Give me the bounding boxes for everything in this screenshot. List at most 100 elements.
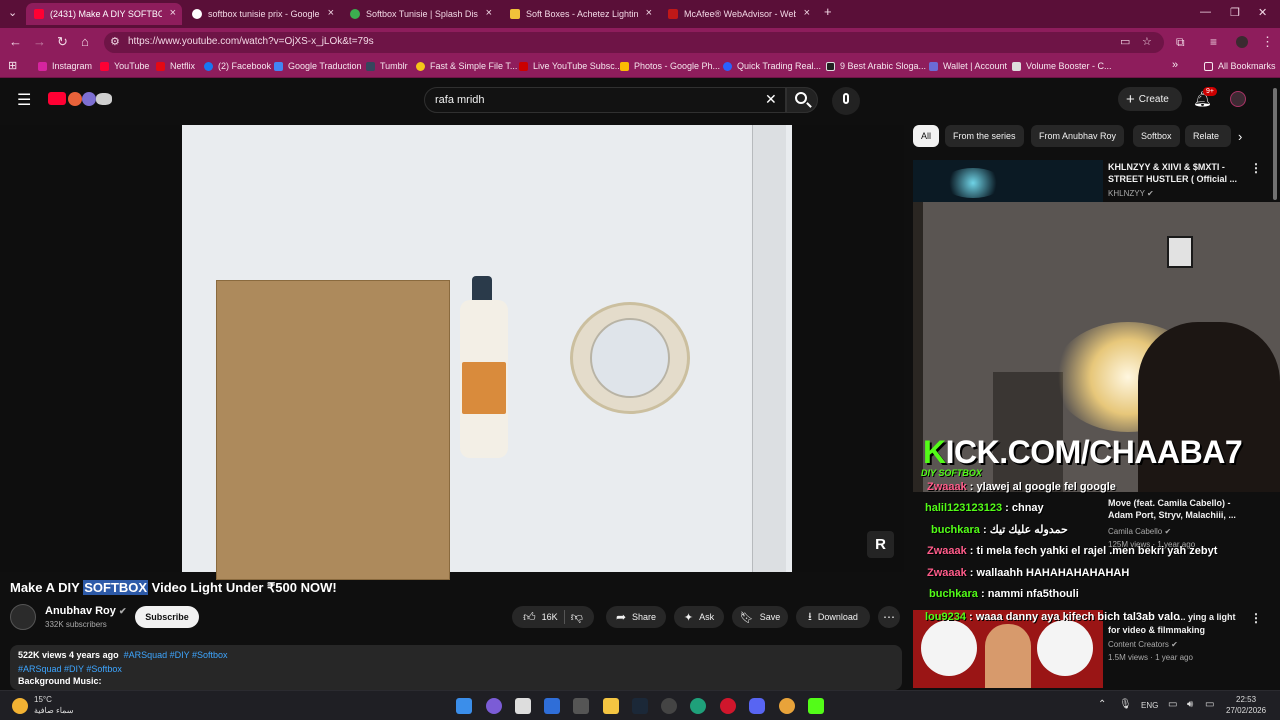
bookmark-tumblr[interactable]: Tumblr: [366, 61, 408, 71]
bookmark-star-icon[interactable]: ☆: [1142, 34, 1152, 50]
description-hashtags[interactable]: #ARSquad #DIY #Softbox: [124, 650, 228, 660]
file-explorer-icon[interactable]: [603, 698, 619, 714]
description-box[interactable]: 522K views 4 years ago #ARSquad #DIY #So…: [10, 645, 902, 690]
kick-app-icon[interactable]: [808, 698, 824, 714]
subscribe-button[interactable]: Subscribe: [135, 606, 199, 628]
bookmark-file-transfer[interactable]: Fast & Simple File T...: [416, 61, 517, 71]
related-menu-icon[interactable]: ⋮: [1250, 611, 1262, 625]
download-button[interactable]: ⭳ Download: [796, 606, 870, 628]
language-indicator[interactable]: ENG: [1141, 701, 1158, 710]
chips-next-chevron-icon[interactable]: ›: [1238, 129, 1242, 144]
thumbs-up-icon[interactable]: 👍︎: [523, 610, 536, 625]
save-button[interactable]: 🔖︎ Save: [732, 606, 788, 628]
voice-search-button[interactable]: [832, 87, 860, 115]
tab-mcafee[interactable]: McAfee® WebAdvisor - Websi ×: [660, 3, 816, 25]
url-text[interactable]: https://www.youtube.com/watch?v=OjXS-x_j…: [128, 36, 374, 47]
bookmark-facebook[interactable]: (2) Facebook: [204, 61, 271, 71]
battery-icon[interactable]: ▭: [1205, 699, 1214, 710]
tray-chevron-icon[interactable]: ⌃: [1098, 699, 1106, 710]
chip-from-channel[interactable]: From Anubhav Roy: [1031, 125, 1125, 147]
bookmark-google-photos[interactable]: Photos - Google Ph...: [620, 61, 720, 71]
cast-icon[interactable]: ▭: [1120, 34, 1130, 50]
video-player[interactable]: [0, 125, 904, 572]
close-tab-icon[interactable]: ×: [328, 7, 334, 19]
related-title[interactable]: ... ying a light: [1178, 611, 1236, 623]
bookmark-wallet[interactable]: Wallet | Account: [929, 61, 1007, 71]
weather-description[interactable]: سماء صافية: [34, 706, 74, 715]
close-tab-icon[interactable]: ×: [646, 7, 652, 19]
tab-splash[interactable]: Softbox Tunisie | Splash Distrib ×: [342, 3, 498, 25]
profile-avatar-icon[interactable]: [1236, 36, 1248, 48]
channel-watermark-icon[interactable]: R: [867, 531, 894, 558]
reload-icon[interactable]: ↻: [57, 34, 68, 50]
channel-avatar[interactable]: [10, 604, 36, 630]
back-icon[interactable]: ←: [9, 34, 22, 50]
more-bookmarks-chevron-icon[interactable]: »: [1172, 59, 1178, 71]
volume-icon[interactable]: 🔊︎: [1187, 699, 1193, 710]
browser-menu-icon[interactable]: ⋮: [1261, 34, 1274, 50]
maximize-icon[interactable]: ❐: [1230, 6, 1240, 19]
forward-icon[interactable]: →: [33, 34, 46, 50]
bookmark-volume-booster[interactable]: Volume Booster - C...: [1012, 61, 1112, 71]
bookmark-instagram[interactable]: Instagram: [38, 61, 92, 71]
tab-google-search[interactable]: softbox tunisie prix - Google S ×: [184, 3, 340, 25]
network-icon[interactable]: ▭: [1168, 699, 1177, 710]
clock-time[interactable]: 22:53: [1236, 695, 1256, 704]
discord-icon[interactable]: [749, 698, 765, 714]
all-bookmarks[interactable]: All Bookmarks: [1204, 61, 1276, 71]
related-channel-name[interactable]: Content Creators: [1108, 640, 1169, 649]
like-count[interactable]: 16K: [542, 612, 558, 622]
reading-list-icon[interactable]: ≡: [1210, 34, 1217, 50]
create-button[interactable]: + Create: [1118, 87, 1182, 111]
share-button[interactable]: ➦ Share: [606, 606, 666, 628]
search-box[interactable]: rafa mridh ✕: [424, 87, 786, 113]
tab-youtube[interactable]: (2431) Make A DIY SOFTBO ×: [26, 3, 182, 25]
more-actions-icon[interactable]: ⋯: [878, 606, 900, 628]
account-avatar[interactable]: [1230, 91, 1246, 107]
page-scrollbar[interactable]: [1273, 88, 1277, 200]
related-channel[interactable]: Content Creators ✔: [1108, 640, 1178, 649]
hamburger-menu-icon[interactable]: ☰: [17, 90, 31, 110]
ask-button[interactable]: ✦ Ask: [674, 606, 724, 628]
description-hashtags-line[interactable]: #ARSquad #DIY #Softbox: [18, 664, 122, 674]
channel-name[interactable]: Anubhav Roy ✔: [45, 605, 127, 617]
related-title-line[interactable]: ... ying a light: [1178, 611, 1236, 623]
clock-date[interactable]: 27/02/2026: [1226, 706, 1266, 715]
bookmark-arabic-slogans[interactable]: 9 Best Arabic Sloga...: [826, 61, 926, 71]
tab-softboxes[interactable]: Soft Boxes - Achetez Lighting S ×: [502, 3, 658, 25]
chip-from-series[interactable]: From the series: [945, 125, 1024, 147]
thumbs-down-icon[interactable]: 👎︎: [571, 610, 583, 625]
chrome-icon[interactable]: [779, 698, 795, 714]
minimize-icon[interactable]: —: [1200, 6, 1211, 18]
related-channel[interactable]: KHLNZYY ✔: [1108, 189, 1154, 198]
close-tab-icon[interactable]: ×: [170, 7, 176, 19]
close-tab-icon[interactable]: ×: [804, 7, 810, 19]
copilot-icon[interactable]: [486, 698, 502, 714]
related-thumbnail[interactable]: [913, 160, 1103, 204]
youtube-doodle-logo[interactable]: [48, 92, 112, 106]
chip-related[interactable]: Relate: [1185, 125, 1231, 147]
weather-moon-icon[interactable]: [12, 698, 28, 714]
close-tab-icon[interactable]: ×: [486, 7, 492, 19]
chip-all[interactable]: All: [913, 125, 940, 147]
app-icon[interactable]: [573, 698, 589, 714]
clear-search-icon[interactable]: ✕: [765, 91, 777, 108]
search-button[interactable]: [786, 87, 818, 113]
extensions-icon[interactable]: ⧉: [1176, 34, 1185, 50]
home-icon[interactable]: ⌂: [81, 34, 89, 50]
steam-icon[interactable]: [632, 698, 648, 714]
weather-temperature[interactable]: 15°C: [34, 695, 52, 704]
search-input[interactable]: rafa mridh: [435, 94, 485, 106]
apps-grid-icon[interactable]: ⊞: [8, 59, 17, 72]
bookmark-google-traduction[interactable]: Google Traduction: [274, 61, 362, 71]
bookmark-youtube[interactable]: YouTube: [100, 61, 149, 71]
channel-name-text[interactable]: Anubhav Roy: [45, 605, 116, 617]
microphone-tray-icon[interactable]: 🎙︎: [1119, 699, 1132, 710]
related-title-line[interactable]: STREET HUSTLER ( Official ...: [1108, 173, 1237, 185]
bookmark-netflix[interactable]: Netflix: [156, 61, 195, 71]
related-title-line[interactable]: KHLNZYY & XIIVI & $MXTI -: [1108, 161, 1237, 173]
store-icon[interactable]: [515, 698, 531, 714]
related-title[interactable]: for video & filmmaking: [1108, 624, 1205, 636]
site-info-icon[interactable]: ⚙: [110, 34, 120, 50]
new-tab-plus-icon[interactable]: +: [824, 4, 832, 19]
